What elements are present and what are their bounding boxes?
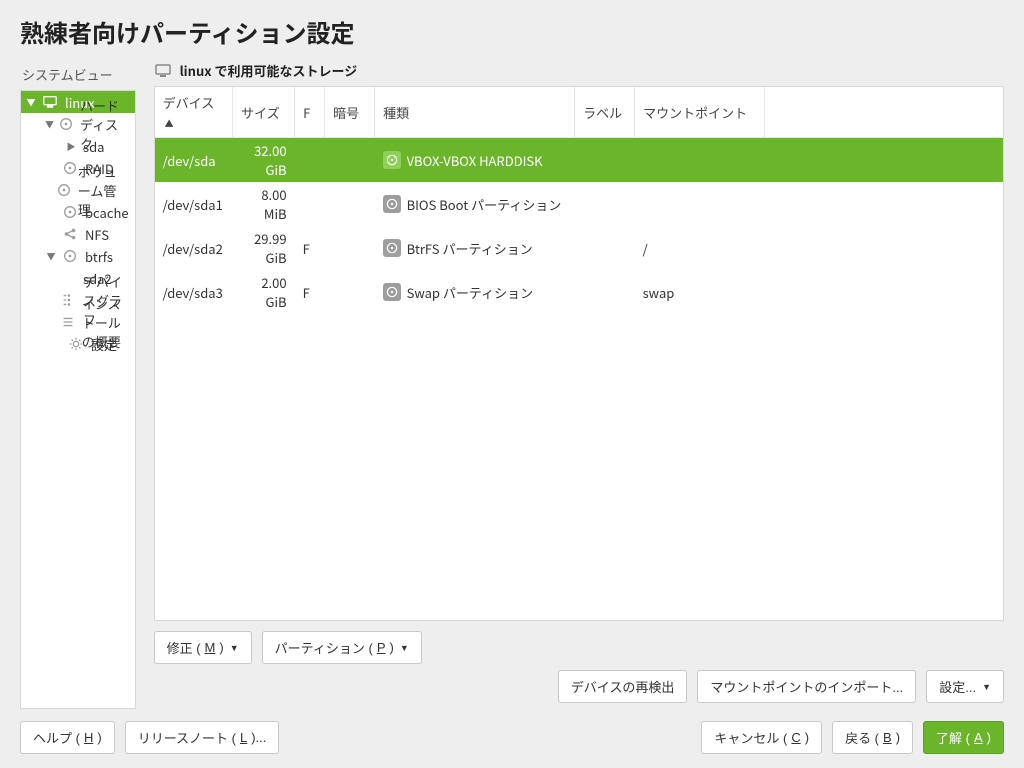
modify-button[interactable]: 修正 (M)▼ — [154, 631, 252, 664]
cell-enc — [325, 138, 375, 183]
cell-enc — [325, 226, 375, 270]
cell-size: 29.99 GiB — [233, 226, 295, 270]
tree-item-label: sda — [81, 137, 104, 156]
page-title: 熟練者向けパーティション設定 — [0, 0, 1024, 57]
tree-item-label: 設定 — [89, 335, 117, 354]
table-row[interactable]: /dev/sda229.99 GiBF BtrFS パーティション / — [155, 226, 1003, 270]
chevron-right-icon[interactable]: ▶ — [65, 140, 77, 153]
col-f[interactable]: F — [295, 87, 325, 138]
system-view-label: システムビュー — [20, 57, 136, 90]
tree-item-label: bcache — [83, 203, 129, 222]
tree-item-btrfs[interactable]: ▼ btrfs — [21, 245, 135, 267]
cell-f — [295, 182, 325, 226]
disk-icon — [58, 115, 74, 133]
system-view-tree[interactable]: ▼linux▼ハードディスク▶sdaRAIDボリューム管理bcacheNFS▼b… — [20, 90, 136, 709]
tree-item-inst[interactable]: インストールの概要 — [21, 311, 135, 333]
type-label: Swap パーティション — [407, 283, 534, 302]
back-button[interactable]: 戻る (B) — [832, 721, 913, 754]
chevron-down-icon[interactable]: ▼ — [25, 96, 37, 109]
cell-type: Swap パーティション — [375, 270, 575, 314]
cell-mount — [635, 182, 765, 226]
cell-size: 8.00 MiB — [233, 182, 295, 226]
tree-item-nfs[interactable]: NFS — [21, 223, 135, 245]
col-label[interactable]: ラベル — [575, 87, 635, 138]
cell-enc — [325, 182, 375, 226]
cell-device: /dev/sda1 — [155, 182, 233, 226]
tree-item-label: NFS — [83, 225, 109, 244]
cell-size: 32.00 GiB — [233, 138, 295, 183]
sort-asc-icon: ▲ — [165, 117, 174, 130]
monitor-icon — [154, 62, 172, 80]
cell-mount — [635, 138, 765, 183]
col-type[interactable]: 種類 — [375, 87, 575, 138]
monitor-icon — [41, 93, 59, 111]
disk-icon — [61, 247, 79, 265]
tree-item-vm[interactable]: ボリューム管理 — [21, 179, 135, 201]
cell-f: F — [295, 270, 325, 314]
ok-button[interactable]: 了解 (A) — [923, 721, 1004, 754]
cell-f: F — [295, 226, 325, 270]
type-label: BIOS Boot パーティション — [407, 195, 562, 214]
import-mounts-button[interactable]: マウントポイントのインポート... — [697, 670, 916, 703]
table-row[interactable]: /dev/sda32.00 GiB VBOX-VBOX HARDDISK — [155, 138, 1003, 183]
cell-label — [575, 226, 635, 270]
gear-icon — [67, 335, 85, 353]
rescan-button[interactable]: デバイスの再検出 — [558, 670, 688, 703]
cell-label — [575, 270, 635, 314]
chevron-down-icon: ▼ — [982, 682, 991, 692]
graph-icon — [61, 291, 77, 309]
type-label: BtrFS パーティション — [407, 239, 533, 258]
settings-button[interactable]: 設定...▼ — [926, 670, 1004, 703]
cell-device: /dev/sda2 — [155, 226, 233, 270]
tree-item-label: btrfs — [83, 247, 113, 266]
cell-enc — [325, 270, 375, 314]
cell-f — [295, 138, 325, 183]
chevron-down-icon[interactable]: ▼ — [45, 118, 54, 131]
tree-item-bcache[interactable]: bcache — [21, 201, 135, 223]
cell-mount: swap — [635, 270, 765, 314]
table-row[interactable]: /dev/sda18.00 MiB BIOS Boot パーティション — [155, 182, 1003, 226]
help-button[interactable]: ヘルプ (H) — [20, 721, 115, 754]
storage-table[interactable]: デバイス▲ サイズ F 暗号 種類 ラベル マウントポイント /dev/sda3… — [154, 86, 1004, 621]
col-enc[interactable]: 暗号 — [325, 87, 375, 138]
disk-icon — [56, 181, 72, 199]
cell-type: VBOX-VBOX HARDDISK — [375, 138, 575, 183]
col-device[interactable]: デバイス▲ — [155, 87, 233, 138]
release-notes-button[interactable]: リリースノート (L)... — [125, 721, 280, 754]
list-icon — [60, 313, 76, 331]
cell-mount: / — [635, 226, 765, 270]
cell-size: 2.00 GiB — [233, 270, 295, 314]
type-label: VBOX-VBOX HARDDISK — [407, 151, 543, 170]
share-icon — [61, 225, 79, 243]
cancel-button[interactable]: キャンセル (C) — [701, 721, 822, 754]
cell-device: /dev/sda — [155, 138, 233, 183]
cell-label — [575, 138, 635, 183]
col-size[interactable]: サイズ — [233, 87, 295, 138]
chevron-down-icon: ▼ — [230, 643, 239, 653]
cell-type: BtrFS パーティション — [375, 226, 575, 270]
disk-icon — [61, 203, 79, 221]
disk-icon — [383, 151, 401, 169]
col-mount[interactable]: マウントポイント — [635, 87, 765, 138]
chevron-down-icon[interactable]: ▼ — [45, 250, 57, 263]
table-row[interactable]: /dev/sda32.00 GiBF Swap パーティション swap — [155, 270, 1003, 314]
partition-button[interactable]: パーティション (P)▼ — [262, 631, 422, 664]
chevron-down-icon: ▼ — [400, 643, 409, 653]
col-spacer — [765, 87, 1003, 138]
disk-icon — [383, 283, 401, 301]
cell-type: BIOS Boot パーティション — [375, 182, 575, 226]
cell-device: /dev/sda3 — [155, 270, 233, 314]
disk-icon — [383, 239, 401, 257]
cell-label — [575, 182, 635, 226]
storage-header: linux で利用可能なストレージ — [180, 61, 358, 80]
disk-icon — [383, 195, 401, 213]
tree-item-hdd[interactable]: ▼ハードディスク — [21, 113, 135, 135]
